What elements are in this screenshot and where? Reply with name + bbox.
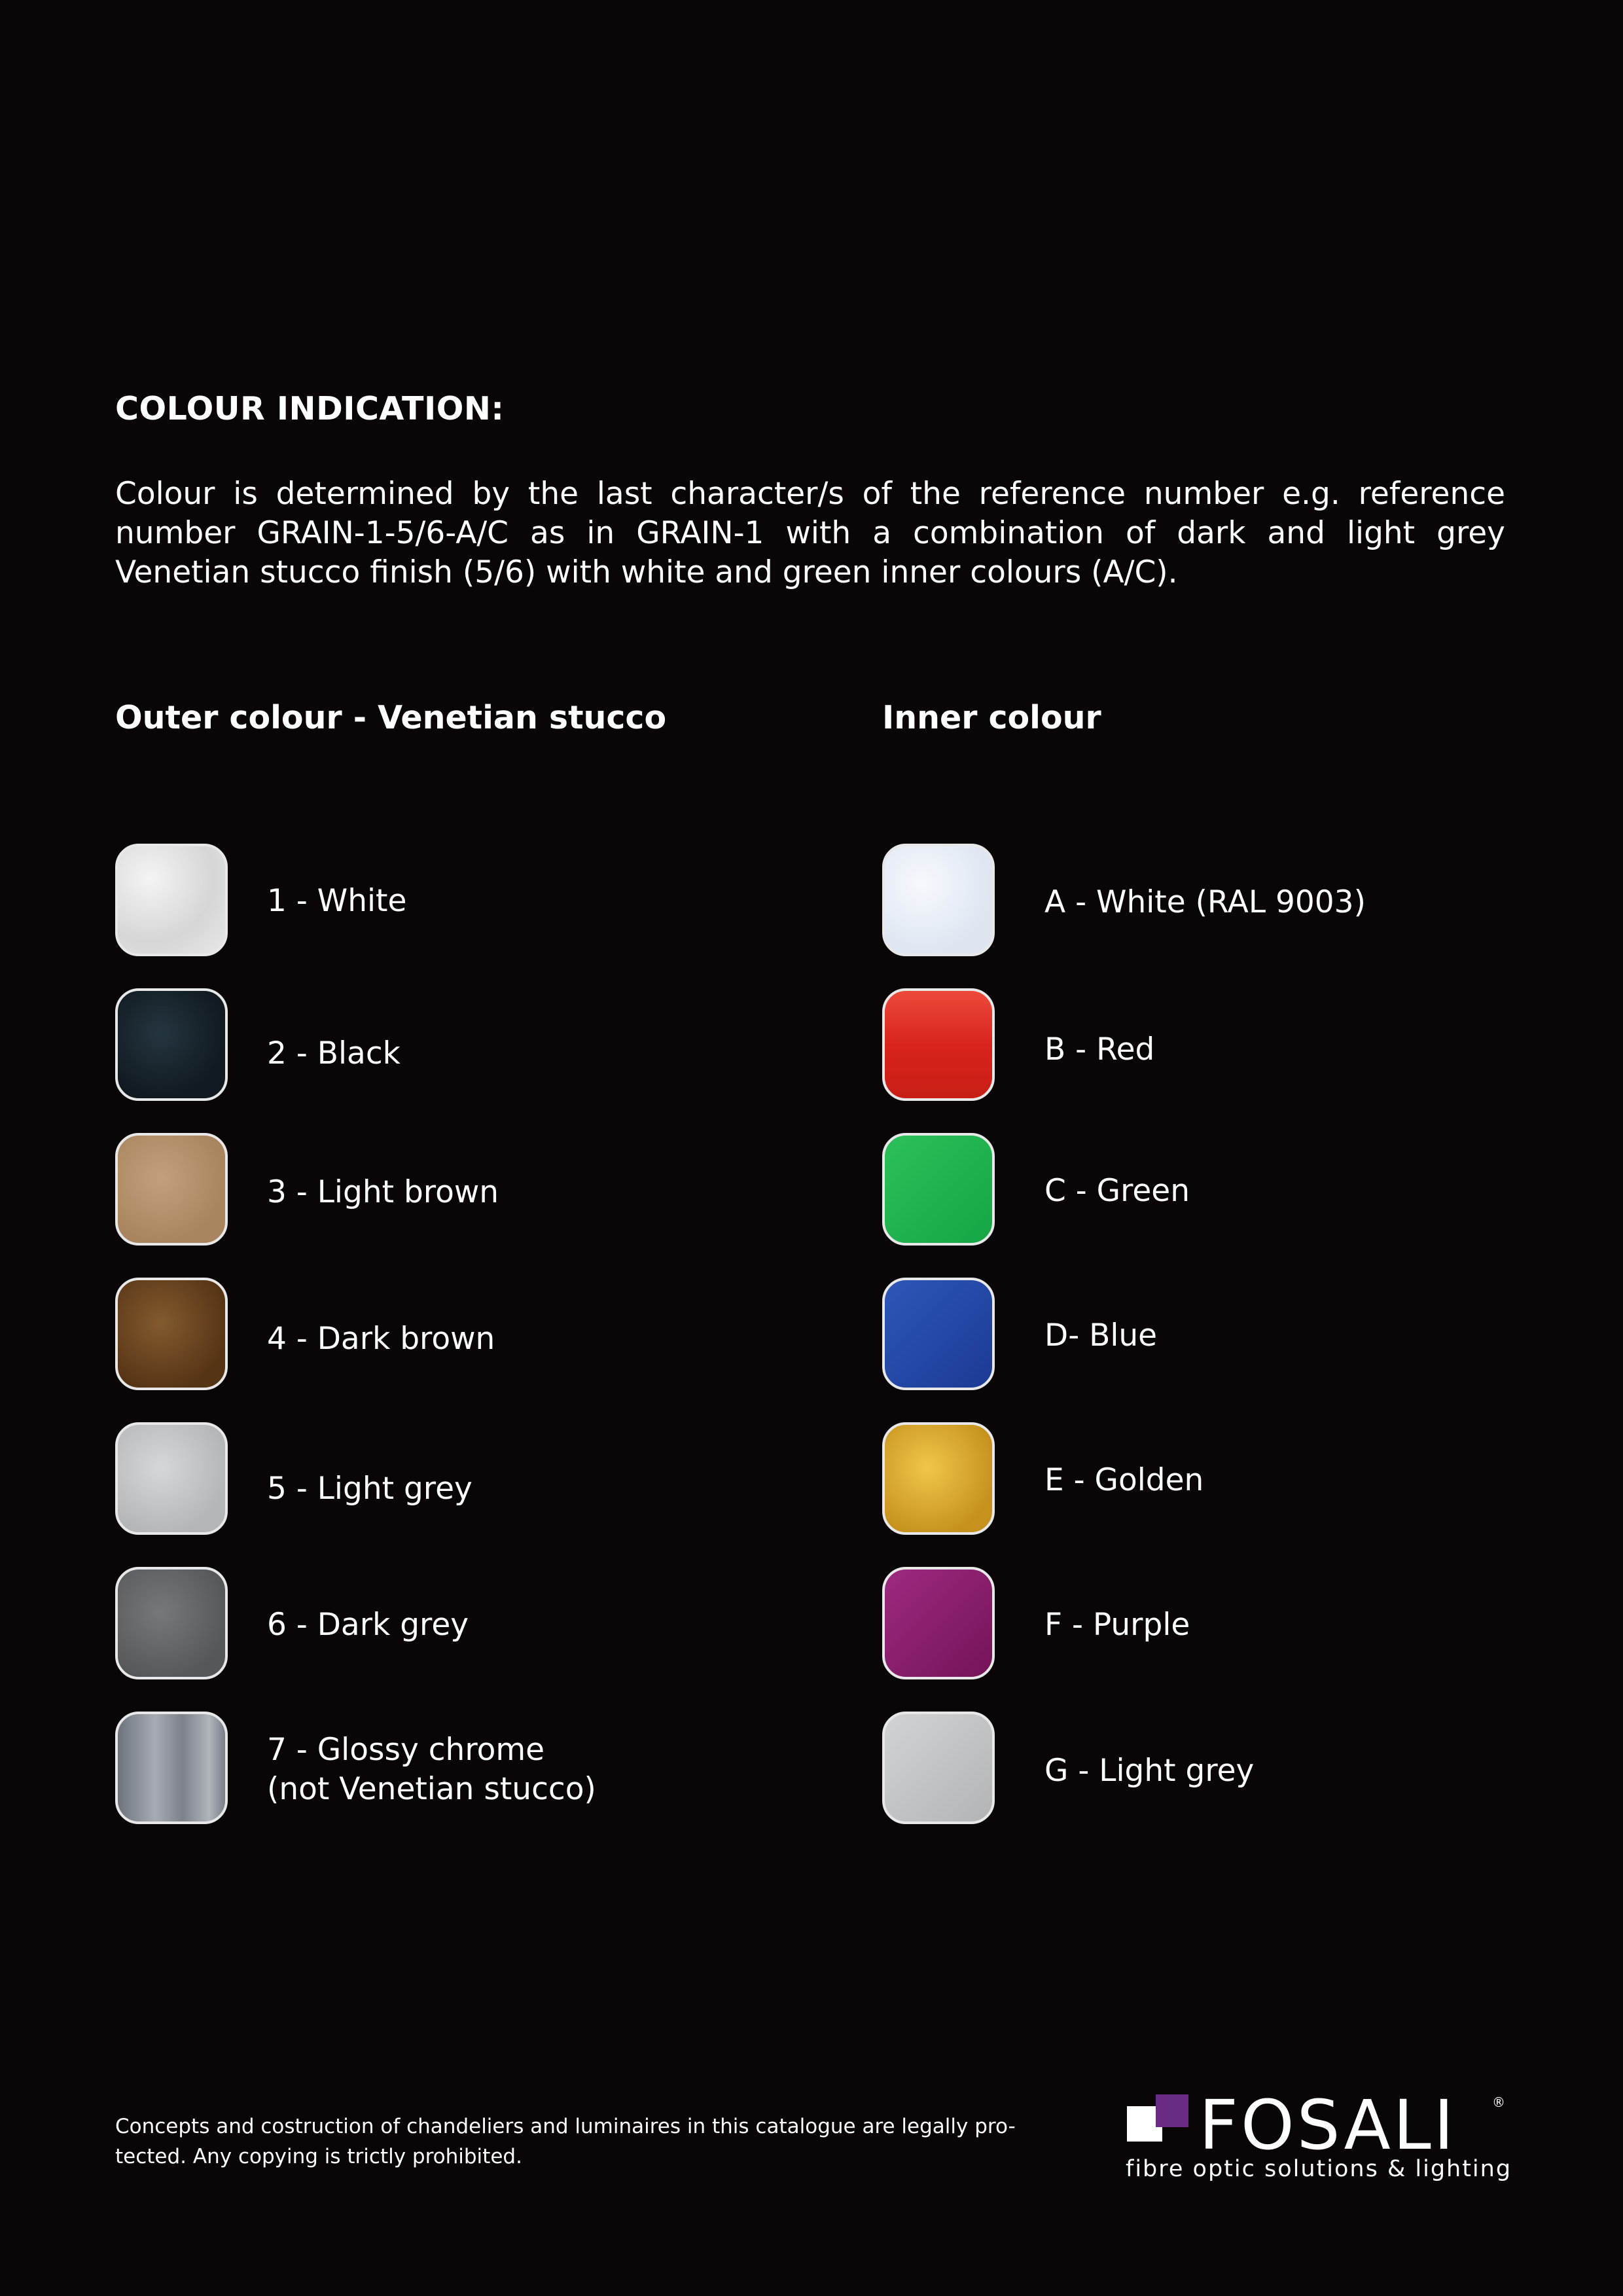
page-heading: COLOUR INDICATION:	[115, 390, 505, 427]
logo-purple-square	[1156, 2094, 1188, 2127]
registered-mark: ®	[1492, 2094, 1505, 2110]
inner-swatch-red	[882, 988, 995, 1101]
inner-label-green: C - Green	[1044, 1173, 1190, 1209]
legal-notice-line-2: tected. Any copying is trictly prohibite…	[115, 2145, 522, 2168]
outer-swatch-light-brown	[115, 1133, 228, 1246]
legal-notice-line-1: Concepts and costruction of chandeliers …	[115, 2115, 1016, 2138]
inner-label-blue: D- Blue	[1044, 1318, 1158, 1354]
inner-swatch-golden	[882, 1422, 995, 1535]
inner-label-red: B - Red	[1044, 1031, 1155, 1067]
outer-label-dark-grey: 6 - Dark grey	[267, 1607, 469, 1643]
outer-swatch-light-grey	[115, 1422, 228, 1535]
inner-swatch-light-grey	[882, 1712, 995, 1824]
outer-swatch-glossy-chrome	[115, 1712, 228, 1824]
fosali-logo: FOSALI ® fibre optic solutions & lightin…	[1126, 2089, 1510, 2185]
outer-label-dark-brown: 4 - Dark brown	[267, 1321, 495, 1357]
inner-label-light-grey: G - Light grey	[1044, 1753, 1255, 1789]
outer-label-glossy-chrome: 7 - Glossy chrome	[267, 1732, 545, 1768]
inner-label-purple: F - Purple	[1044, 1607, 1190, 1643]
inner-label-golden: E - Golden	[1044, 1462, 1204, 1498]
inner-colour-title: Inner colour	[882, 699, 1101, 736]
outer-swatch-black	[115, 988, 228, 1101]
outer-swatch-dark-grey	[115, 1567, 228, 1679]
outer-label-black: 2 - Black	[267, 1035, 401, 1071]
legal-notice: Concepts and costruction of chandeliers …	[115, 2111, 1031, 2172]
logo-wordmark: FOSALI	[1199, 2085, 1457, 2165]
outer-label-light-grey: 5 - Light grey	[267, 1471, 473, 1507]
inner-label-white: A - White (RAL 9003)	[1044, 884, 1366, 920]
outer-swatch-dark-brown	[115, 1278, 228, 1390]
logo-tagline: fibre optic solutions & lighting	[1126, 2156, 1512, 2182]
outer-label-glossy-chrome-note: (not Venetian stucco)	[267, 1771, 596, 1807]
outer-colour-title: Outer colour - Venetian stucco	[115, 699, 667, 736]
inner-swatch-purple	[882, 1567, 995, 1679]
inner-swatch-green	[882, 1133, 995, 1246]
outer-swatch-white	[115, 844, 228, 956]
outer-label-white: 1 - White	[267, 883, 407, 919]
inner-swatch-white	[882, 844, 995, 956]
intro-paragraph: Colour is determined by the last charact…	[115, 476, 1505, 590]
outer-label-light-brown: 3 - Light brown	[267, 1174, 499, 1210]
inner-swatch-blue	[882, 1278, 995, 1390]
